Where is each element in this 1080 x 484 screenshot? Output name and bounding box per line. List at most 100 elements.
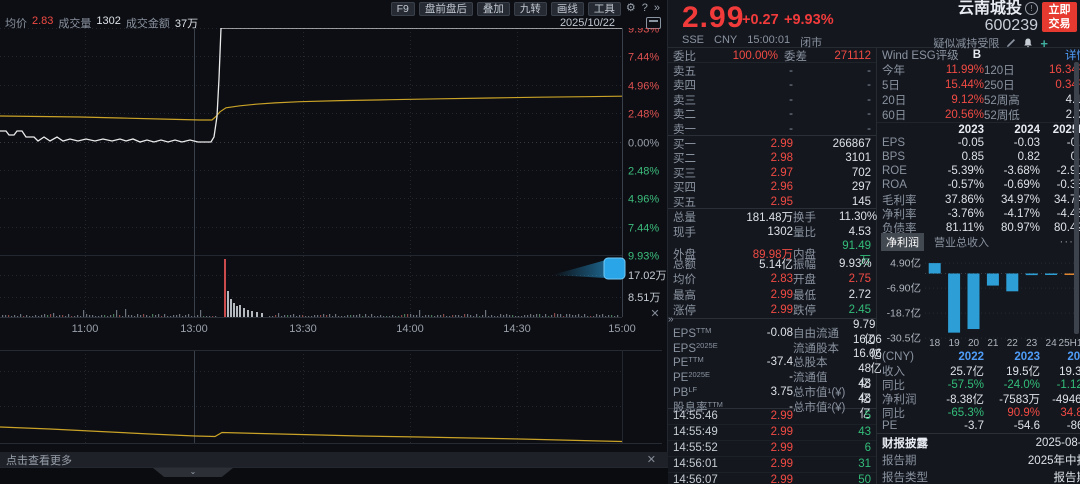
fin-label: ROE	[882, 165, 922, 177]
intraday-panel: F9盘前盘后叠加九转画线工具⚙?» 均价2.83成交量1302成交金额37万 2…	[0, 0, 668, 484]
footer-value: 2025-08-2	[1036, 437, 1080, 449]
bid-row[interactable]: 买四2.96297	[668, 179, 876, 193]
scrollbar-thumb[interactable]	[1074, 62, 1079, 334]
stat-value: 2.72	[839, 289, 871, 301]
bar-x-label: 23	[1026, 338, 1038, 349]
bid-row[interactable]: 买二2.983101	[668, 150, 876, 164]
fin-row: 毛利率37.86%34.97%34.74%	[877, 192, 1080, 206]
cny-value: -7583万	[984, 391, 1040, 407]
tabs-more-icon[interactable]: ···	[1060, 236, 1075, 248]
quote-board-icon[interactable]	[646, 17, 661, 29]
bid-row[interactable]: 买五2.95145	[668, 194, 876, 208]
pencil-icon[interactable]	[1006, 38, 1016, 48]
ask-row[interactable]: 卖四--	[668, 77, 876, 91]
cny-row: 同比-57.5%-24.0%-1.12%	[877, 377, 1080, 391]
ask-volume: -	[793, 108, 871, 120]
toolbar-button-5[interactable]: 工具	[588, 2, 621, 16]
bar-x-label: 18	[929, 338, 941, 349]
time-axis-label: 13:00	[180, 323, 208, 335]
bid-levels: 买一2.99266867买二2.983101买三2.97702买四2.96297…	[668, 136, 876, 209]
stat-label: 最高	[673, 287, 723, 303]
toolbar-button-2[interactable]: 叠加	[477, 2, 510, 16]
tab-net-profit[interactable]: 净利润	[881, 233, 924, 251]
ask-volume: -	[793, 123, 871, 135]
bar-y-label: -30.5亿	[887, 332, 921, 345]
ask-row[interactable]: 卖二--	[668, 106, 876, 120]
toolbar-button-1[interactable]: 盘前盘后	[419, 2, 473, 16]
details-link[interactable]: 详情	[1065, 47, 1080, 63]
toolbar-button-4[interactable]: 画线	[551, 2, 584, 16]
pct-axis-label: 9.93%	[628, 251, 659, 263]
cny-value: 19.3亿	[1040, 363, 1080, 379]
sub-indicator-line	[0, 427, 622, 442]
return-row: 今年11.99%120日16.34%	[877, 62, 1080, 77]
drawer-collapse-tab[interactable]: ⌄	[153, 468, 233, 477]
gear-icon[interactable]: ⚙	[625, 2, 637, 15]
panel-collapse-icon[interactable]: »	[668, 314, 674, 325]
vol-axis-label: 17.02万	[628, 270, 667, 282]
more-bar: 点击查看更多 ✕	[0, 452, 668, 467]
volume-bar	[224, 259, 226, 317]
fundamental-value: -0.08	[737, 327, 793, 339]
bar-x-label: 25H1	[1059, 338, 1080, 349]
tick-price: 2.99	[735, 474, 793, 484]
info-circle-icon[interactable]: !	[1025, 2, 1038, 15]
fin-value: 80.97%	[984, 222, 1040, 234]
toolbar-button-0[interactable]: F9	[391, 2, 415, 16]
volume-bar	[236, 306, 238, 317]
bar-x-label: 19	[949, 338, 961, 349]
close-more-icon[interactable]: ✕	[647, 453, 656, 466]
esg-label: Wind ESG评级	[882, 47, 959, 63]
stock-name: 云南城投	[958, 0, 1022, 17]
intraday-chart-area[interactable]: 9.93%7.44%4.96%2.48%0.00%2.48%4.96%7.44%…	[0, 28, 668, 452]
fin-value: -4.17%	[984, 208, 1040, 220]
stat-value: 9.93%	[839, 258, 872, 270]
return-label: 今年	[882, 62, 918, 78]
ask-row[interactable]: 卖三--	[668, 92, 876, 106]
stat-label: 涨停	[673, 302, 723, 318]
volume-bar	[243, 308, 245, 317]
toolbar-more-icon[interactable]: »	[653, 2, 661, 15]
fin-row: ROA-0.57%-0.69%-0.38%	[877, 178, 1080, 192]
analytics-column: Wind ESG评级 B 详情 今年11.99%120日16.34%5日15.4…	[877, 48, 1080, 484]
stat-value: 2.99	[723, 304, 793, 316]
ask-row[interactable]: 卖五--	[668, 63, 876, 77]
trade-now-button[interactable]: 立即交易	[1042, 2, 1077, 32]
footer-value: 2025年中报	[1028, 452, 1080, 468]
chart-toolbar: F9 盘前盘后叠加九转画线工具 ⚙? »	[391, 1, 661, 16]
bid-price: 2.96	[713, 181, 793, 193]
bid-row[interactable]: 买三2.97702	[668, 165, 876, 179]
tab-revenue[interactable]: 营业总收入	[934, 234, 989, 250]
fin-label: EPS	[882, 137, 922, 149]
bid-row[interactable]: 买一2.99266867	[668, 136, 876, 150]
stat-row: 总额5.14亿振幅9.93%	[668, 256, 876, 272]
net-profit-chart[interactable]: 4.90亿-6.90亿-18.7亿-30.5亿1819202122232425H…	[877, 250, 1080, 350]
time-axis-label: 15:00	[608, 323, 636, 335]
stat-label: 均价	[673, 271, 723, 287]
pct-axis-label: 9.93%	[628, 28, 659, 36]
view-more-link[interactable]: 点击查看更多	[6, 452, 72, 468]
ask-price: -	[713, 108, 793, 120]
toolbar-button-3[interactable]: 九转	[514, 2, 547, 16]
stat-row: 现手1302量比4.53	[668, 224, 876, 240]
time-sales-list: 14:55:462.99514:55:492.994314:55:522.996…	[668, 409, 876, 484]
stat-value: 2.83	[723, 273, 793, 285]
ask-row[interactable]: 卖一--	[668, 121, 876, 135]
add-watch-icon[interactable]: +	[1040, 38, 1048, 49]
fin-value: 0.85	[922, 151, 984, 163]
bar-x-label: 21	[987, 338, 999, 349]
range-drag-handle[interactable]	[604, 258, 625, 279]
bell-icon[interactable]	[1023, 38, 1033, 48]
returns-grid: 今年11.99%120日16.34%5日15.44%250日0.34%20日9.…	[877, 62, 1080, 122]
fin-value: -3.68%	[984, 165, 1040, 177]
volume-bar	[247, 310, 249, 317]
return-value: 20.56%	[918, 109, 984, 121]
close-subchart-icon[interactable]: ✕	[649, 308, 661, 320]
ask-label: 卖一	[673, 121, 713, 137]
stat-label: 现手	[673, 224, 723, 240]
bar-x-label: 22	[1007, 338, 1019, 349]
return-label: 5日	[882, 77, 918, 93]
help-icon[interactable]: ?	[641, 2, 649, 15]
bid-volume: 145	[793, 196, 871, 208]
fin-value: -0.57%	[922, 179, 984, 191]
